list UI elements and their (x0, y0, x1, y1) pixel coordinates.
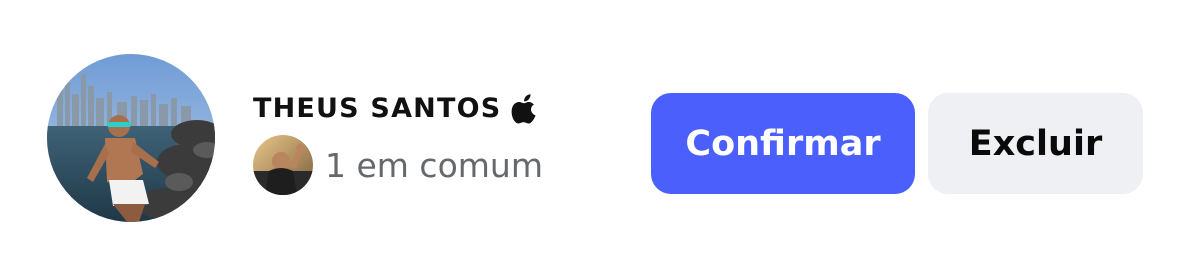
mutual-friends[interactable]: 1 em comum (253, 135, 613, 195)
profile-avatar[interactable] (47, 54, 215, 222)
confirm-button[interactable]: Confirmar (651, 93, 915, 194)
apple-icon (511, 92, 539, 124)
mutual-friend-avatar (253, 135, 313, 195)
mutual-count-text: 1 em comum (325, 145, 543, 185)
name-line: THEUS SANTOS (253, 88, 613, 128)
friend-request-row: THEUS SANTOS 1 em comum Confirmar Exclui… (0, 0, 1179, 257)
delete-button-label: Excluir (968, 123, 1103, 164)
user-name[interactable]: THEUS SANTOS (253, 93, 501, 124)
delete-button[interactable]: Excluir (928, 93, 1143, 194)
request-info: THEUS SANTOS 1 em comum (253, 88, 613, 195)
confirm-button-label: Confirmar (685, 123, 881, 164)
